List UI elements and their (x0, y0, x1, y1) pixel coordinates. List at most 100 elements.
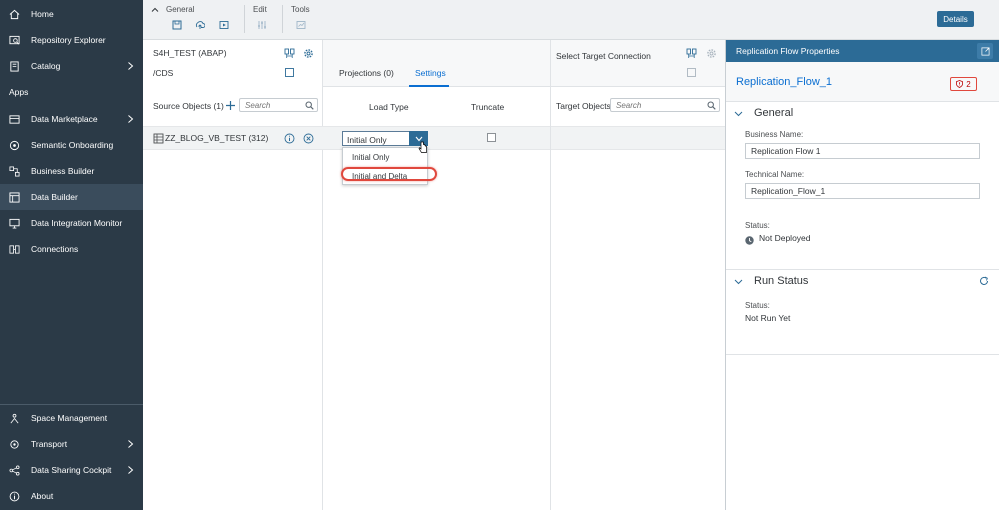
column-header-truncate: Truncate (471, 102, 505, 112)
sidebar-item-space-management[interactable]: Space Management (0, 405, 143, 431)
sidebar-item-transport[interactable]: Transport (0, 431, 143, 457)
source-search-field[interactable] (239, 98, 318, 112)
replication-flow-name: Replication_Flow_1 (736, 76, 832, 88)
sidebar-item-business-builder[interactable]: Business Builder (0, 158, 143, 184)
save-icon[interactable] (171, 19, 182, 30)
tab-settings[interactable]: Settings (415, 68, 446, 78)
target-panel-header (551, 40, 726, 87)
section-divider (726, 269, 999, 270)
sidebar-item-label: Home (31, 9, 54, 19)
run-icon[interactable] (218, 19, 229, 30)
sidebar-item-catalog[interactable]: Catalog (0, 53, 143, 79)
deploy-icon[interactable] (194, 19, 205, 30)
toolbar: General Edit Tools Details (143, 0, 999, 40)
chevron-right-icon (127, 466, 135, 474)
space-icon (8, 412, 20, 424)
add-source-object-icon[interactable] (224, 99, 236, 111)
technical-name-field[interactable] (745, 183, 980, 199)
search-icon[interactable] (305, 101, 314, 110)
business-name-field[interactable] (745, 143, 980, 159)
home-icon (8, 8, 20, 20)
sidebar-item-label: Catalog (31, 61, 61, 71)
share-icon (8, 464, 20, 476)
properties-subheader: Replication_Flow_1 2 (726, 62, 999, 102)
remove-object-icon[interactable] (302, 132, 314, 144)
sidebar-item-data-marketplace[interactable]: Data Marketplace (0, 106, 143, 132)
object-info-icon[interactable] (283, 132, 295, 144)
browse-target-connection-icon[interactable] (685, 47, 697, 59)
connection-settings-gear-icon[interactable] (302, 47, 314, 59)
details-button[interactable]: Details (937, 11, 974, 27)
sidebar-item-repository-explorer[interactable]: Repository Explorer (0, 27, 143, 53)
expand-icon (981, 46, 990, 55)
sidebar-item-label: Business Builder (31, 166, 95, 176)
browse-connection-icon[interactable] (283, 47, 295, 59)
mapping-panel-header (323, 40, 550, 87)
repository-icon (8, 34, 20, 46)
error-count: 2 (966, 79, 971, 89)
sidebar-item-label: Transport (31, 439, 68, 449)
technical-name-input[interactable] (746, 184, 979, 198)
toolbar-separator (282, 5, 283, 33)
sidebar-item-home[interactable]: Home (0, 1, 143, 27)
browse-target-container-icon (685, 66, 697, 78)
mapping-panel: Projections (0) Settings Load Type Trunc… (323, 40, 550, 510)
sidebar-item-about[interactable]: About (0, 483, 143, 509)
info-icon (8, 490, 20, 502)
source-objects-label: Source Objects (1) (153, 101, 224, 111)
load-type-selected-value: Initial Only (347, 135, 387, 145)
chevron-down-icon[interactable] (734, 109, 743, 118)
run-status-value: Not Run Yet (745, 313, 791, 323)
sidebar-item-label: Repository Explorer (31, 35, 106, 45)
connections-icon (8, 243, 20, 255)
impact-lineage-icon[interactable] (295, 19, 306, 30)
properties-panel-header: Replication Flow Properties (726, 40, 999, 62)
truncate-checkbox[interactable] (487, 133, 496, 142)
sidebar: Home Repository Explorer Catalog Apps Da… (0, 0, 143, 510)
mouse-cursor-icon (418, 141, 427, 153)
run-status-label: Status: (745, 301, 770, 310)
chevron-down-icon[interactable] (734, 277, 743, 286)
transport-icon (8, 438, 20, 450)
collapse-toolbar-icon[interactable] (151, 6, 159, 14)
load-type-select[interactable]: Initial Only (342, 131, 428, 146)
deployment-status-value: Not Deployed (759, 233, 811, 243)
sidebar-section-apps: Apps (9, 87, 29, 97)
browse-container-icon[interactable] (283, 66, 295, 78)
dropdown-option-label: Initial Only (352, 153, 390, 162)
sidebar-item-data-integration-monitor[interactable]: Data Integration Monitor (0, 210, 143, 236)
error-count-badge[interactable]: 2 (950, 77, 977, 91)
search-icon[interactable] (707, 101, 716, 110)
chevron-right-icon (127, 440, 135, 448)
table-row (551, 126, 726, 150)
technical-name-label: Technical Name: (745, 170, 805, 179)
highlight-annotation (341, 167, 437, 181)
section-divider (726, 354, 999, 355)
business-name-label: Business Name: (745, 130, 804, 139)
status-label: Status: (745, 221, 770, 230)
source-connection-name: S4H_TEST (ABAP) (153, 48, 227, 58)
clock-icon (745, 236, 754, 245)
target-settings-gear-icon (705, 47, 717, 59)
sidebar-item-label: Semantic Onboarding (31, 140, 114, 150)
settings-sliders-icon[interactable] (256, 19, 267, 30)
error-shield-icon (956, 80, 964, 88)
target-search-input[interactable] (611, 99, 719, 111)
toolbar-group-edit: Edit (253, 5, 267, 14)
sidebar-item-label: About (31, 491, 54, 501)
sidebar-item-semantic-onboarding[interactable]: Semantic Onboarding (0, 132, 143, 158)
tab-projections[interactable]: Projections (0) (339, 68, 394, 78)
section-title-run-status[interactable]: Run Status (754, 275, 808, 287)
refresh-icon[interactable] (979, 276, 989, 286)
sidebar-item-connections[interactable]: Connections (0, 236, 143, 262)
sidebar-item-data-sharing-cockpit[interactable]: Data Sharing Cockpit (0, 457, 143, 483)
dropdown-option-initial-only[interactable]: Initial Only (343, 149, 429, 166)
target-search-field[interactable] (610, 98, 720, 112)
sidebar-item-data-builder[interactable]: Data Builder (0, 184, 143, 210)
select-target-connection-label[interactable]: Select Target Connection (556, 51, 651, 61)
source-panel: S4H_TEST (ABAP) /CDS Source Objects (1) … (143, 40, 323, 510)
section-title-general[interactable]: General (754, 107, 793, 119)
expand-panel-button[interactable] (977, 43, 993, 59)
table-icon (152, 132, 164, 144)
business-name-input[interactable] (746, 144, 979, 158)
